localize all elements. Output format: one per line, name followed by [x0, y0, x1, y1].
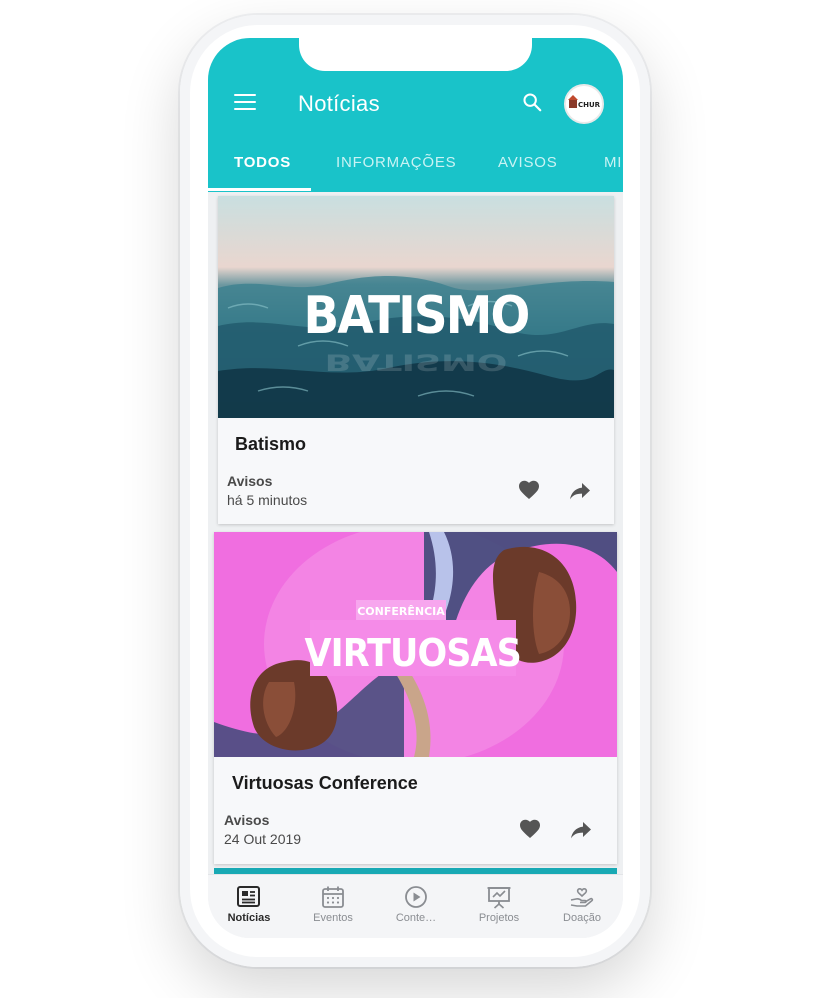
- share-icon[interactable]: [567, 478, 593, 502]
- newspaper-icon: [237, 886, 260, 907]
- nav-item-doacao[interactable]: Doação: [544, 885, 620, 924]
- heart-icon[interactable]: [517, 817, 543, 841]
- card-timestamp: 24 Out 2019: [224, 831, 302, 847]
- nav-item-projetos[interactable]: Projetos: [461, 885, 537, 924]
- nav-label: Doação: [563, 912, 601, 924]
- presentation-board-icon: [487, 887, 511, 909]
- card-category: Avisos: [227, 473, 273, 489]
- share-icon[interactable]: [568, 817, 594, 841]
- nav-label: Notícias: [227, 912, 271, 924]
- tab-todos[interactable]: TODOS: [234, 154, 291, 171]
- card-title: Virtuosas Conference: [232, 773, 418, 793]
- avatar[interactable]: CHURCH: [564, 84, 604, 124]
- category-tabs: TODOS INFORMAÇÕES AVISOS MI: [208, 146, 623, 192]
- tab-avisos[interactable]: AVISOS: [498, 154, 558, 171]
- calendar-icon: [322, 886, 344, 908]
- church-logo-icon: CHURCH: [568, 95, 600, 109]
- svg-text:CHURCH: CHURCH: [578, 101, 600, 109]
- search-icon[interactable]: [521, 91, 543, 113]
- phone-notch: [299, 38, 532, 71]
- card-title: Batismo: [235, 434, 307, 454]
- virtuosas-banner: CONFERÊNCIA VIRTUOSAS: [214, 532, 617, 757]
- svg-text:CONFERÊNCIA: CONFERÊNCIA: [357, 605, 445, 618]
- card-timestamp: há 5 minutos: [227, 492, 308, 508]
- card-image[interactable]: BATISMO BATISMO: [218, 196, 614, 418]
- news-card[interactable]: CONFERÊNCIA VIRTUOSAS Virtuosas Conferen…: [214, 532, 617, 864]
- bottom-navigation: Notícias Eventos Conte… Projetos Doação: [208, 874, 623, 938]
- nav-label: Conte…: [395, 912, 437, 924]
- nav-label: Eventos: [313, 912, 353, 924]
- donation-hand-icon: [570, 887, 594, 907]
- svg-text:BATISMO: BATISMO: [304, 285, 529, 346]
- card-image[interactable]: CONFERÊNCIA VIRTUOSAS: [214, 532, 617, 757]
- nav-item-eventos[interactable]: Eventos: [295, 885, 371, 924]
- news-card[interactable]: BATISMO BATISMO Batismo Avisos há 5 minu…: [218, 196, 614, 524]
- active-tab-indicator: [208, 188, 311, 191]
- batismo-banner: BATISMO BATISMO: [218, 196, 614, 418]
- news-feed[interactable]: BATISMO BATISMO Batismo Avisos há 5 minu…: [208, 192, 623, 874]
- nav-item-conteudo[interactable]: Conte…: [378, 885, 454, 924]
- nav-label: Projetos: [478, 912, 520, 924]
- play-circle-icon: [405, 886, 427, 908]
- nav-item-noticias[interactable]: Notícias: [211, 885, 287, 924]
- page-title: Notícias: [298, 91, 380, 116]
- app-screen: Notícias CHURCH TODOS INFORMAÇÕES AVISOS…: [208, 38, 623, 938]
- svg-text:BATISMO: BATISMO: [325, 349, 508, 375]
- heart-icon[interactable]: [516, 478, 542, 502]
- hamburger-menu-icon[interactable]: [234, 94, 256, 112]
- svg-text:VIRTUOSAS: VIRTUOSAS: [304, 631, 520, 676]
- card-category: Avisos: [224, 812, 270, 828]
- tab-informacoes[interactable]: INFORMAÇÕES: [336, 154, 456, 171]
- tab-mi[interactable]: MI: [604, 154, 622, 171]
